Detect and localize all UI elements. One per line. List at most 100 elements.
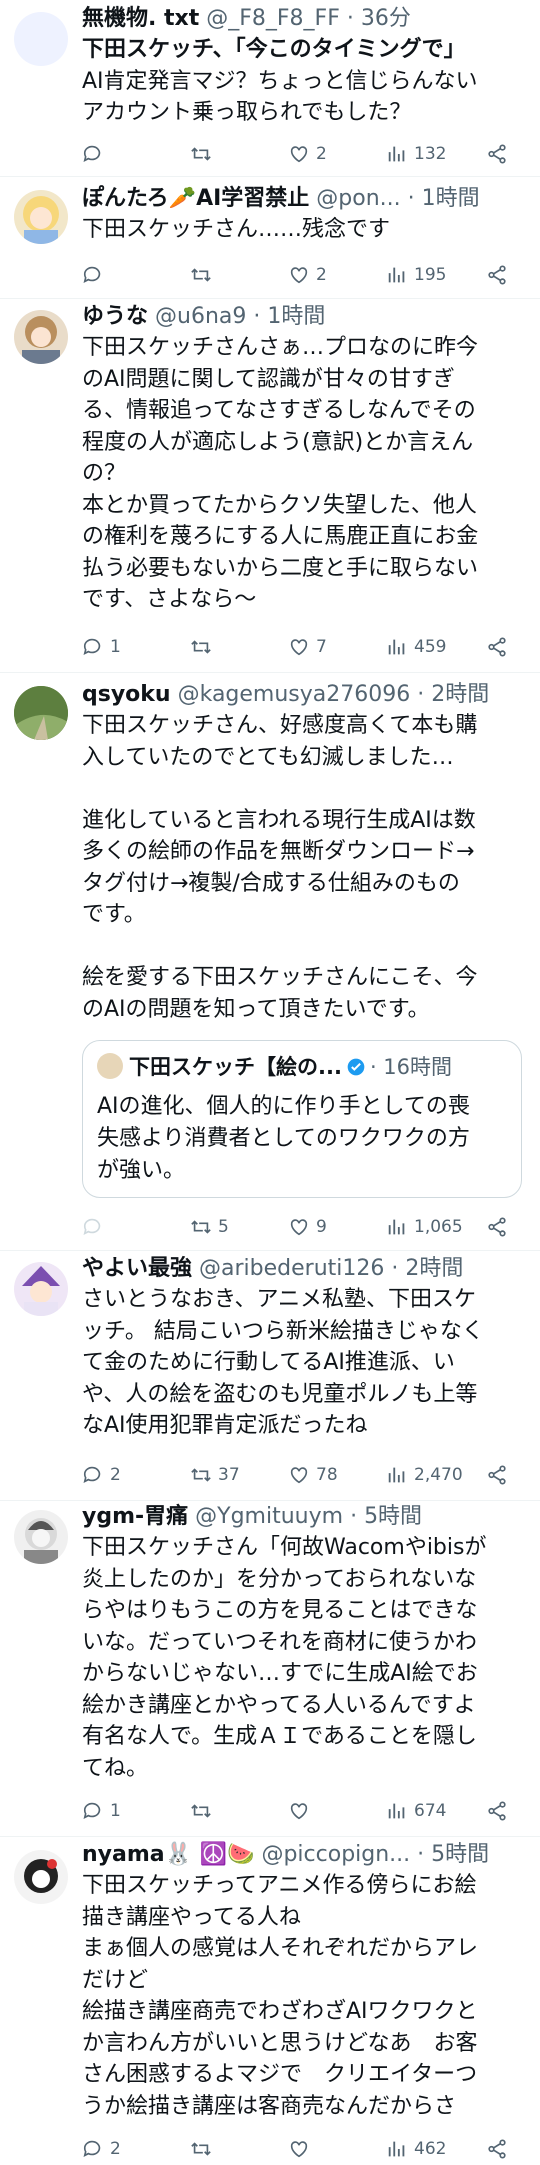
retweet-icon xyxy=(191,640,211,654)
tweet-4[interactable]: qsyoku @kagemusya276096 · 2時間 下田スケッチさん、好… xyxy=(0,672,540,1250)
handle[interactable]: @pon... xyxy=(316,186,400,211)
avatar[interactable] xyxy=(14,1510,68,1564)
share-icon xyxy=(488,1465,506,1485)
avatar[interactable] xyxy=(14,190,68,244)
tweet-header: qsyoku @kagemusya276096 · 2時間 xyxy=(82,682,490,707)
share-button[interactable] xyxy=(486,2134,508,2164)
like-button[interactable] xyxy=(288,2134,310,2164)
avatar[interactable] xyxy=(14,1850,68,1904)
tweet-line: 描き講座やってる人ね xyxy=(82,1904,301,1930)
timestamp[interactable]: 5時間 xyxy=(431,1842,489,1867)
share-button[interactable] xyxy=(486,1460,508,1490)
view-count: 462 xyxy=(414,2139,447,2159)
share-button[interactable] xyxy=(486,139,508,169)
handle[interactable]: @_F8_F8_FF xyxy=(206,6,340,31)
timestamp[interactable]: 2時間 xyxy=(405,1256,463,1281)
display-name[interactable]: ゆうな xyxy=(82,304,148,329)
share-button[interactable] xyxy=(486,1212,508,1242)
retweet-button[interactable] xyxy=(190,632,212,662)
views-button[interactable]: 462 xyxy=(386,2134,446,2164)
handle[interactable]: @piccopign... xyxy=(261,1842,410,1867)
quote-header: 下田スケッチ【絵の... · 16時間 xyxy=(97,1053,511,1081)
retweet-count: 5 xyxy=(218,1217,229,1237)
timestamp[interactable]: 36分 xyxy=(361,6,411,31)
view-count: 195 xyxy=(414,265,447,285)
tweet-line: AI肯定発言マジ？ちょっと信じらんない xyxy=(82,68,478,94)
display-name[interactable]: qsyoku xyxy=(82,682,171,707)
views-icon xyxy=(388,1803,405,1819)
retweet-button[interactable]: 5 xyxy=(190,1212,229,1242)
reply-count: 1 xyxy=(110,1801,121,1821)
display-name[interactable]: やよい最強 xyxy=(82,1256,192,1281)
views-icon xyxy=(388,639,405,655)
like-button[interactable]: 2 xyxy=(288,139,327,169)
share-button[interactable] xyxy=(486,632,508,662)
reply-icon xyxy=(83,1466,101,1483)
tweet-line: まぁ個人の感覚は人それぞれだからアレ xyxy=(82,1936,479,1961)
handle[interactable]: @Ygmituuym xyxy=(195,1504,343,1529)
views-button[interactable]: 1,065 xyxy=(386,1212,463,1242)
retweet-button[interactable] xyxy=(190,1796,212,1826)
handle[interactable]: @kagemusya276096 xyxy=(178,682,411,707)
tweet-line: 下田スケッチさん、好感度高くて本も購 xyxy=(82,713,478,738)
display-name[interactable]: ygm-胃痛 xyxy=(82,1504,188,1529)
quoted-tweet[interactable]: 下田スケッチ【絵の... · 16時間 AIの進化、個人的に作り手としての喪 失感… xyxy=(82,1040,522,1198)
retweet-button[interactable]: 37 xyxy=(190,1460,240,1490)
tweet-line: のAI問題に関して認識が甘々の甘すぎ xyxy=(82,366,455,392)
views-button[interactable]: 674 xyxy=(386,1796,446,1826)
handle[interactable]: @aribederuti126 xyxy=(199,1256,384,1281)
like-button[interactable]: 9 xyxy=(288,1212,327,1242)
tweet-line: さん困惑するよマジで クリエイターつ xyxy=(82,2062,478,2087)
tweet-7[interactable]: nyama🐰 ☮️🍉 @piccopign... · 5時間 下田スケッチってア… xyxy=(0,1836,540,2165)
views-button[interactable]: 2,470 xyxy=(386,1460,463,1490)
views-button[interactable]: 132 xyxy=(386,139,446,169)
timestamp[interactable]: 2時間 xyxy=(431,682,489,707)
tweet-text: 下田スケッチさん「何故Wacomやibisが 炎上したのか」を分かっておられない… xyxy=(82,1532,528,1784)
like-button[interactable]: 78 xyxy=(288,1460,338,1490)
avatar[interactable] xyxy=(14,686,68,740)
reply-icon xyxy=(83,266,101,283)
avatar[interactable] xyxy=(14,1262,68,1316)
retweet-button[interactable] xyxy=(190,260,212,290)
tweet-line: 程度の人が適応しよう(意訳)とか言えん xyxy=(82,429,474,455)
display-name[interactable]: ぽんたろ🥕AI学習禁止 xyxy=(82,186,309,211)
avatar[interactable] xyxy=(14,310,68,364)
action-bar: 1 7 459 xyxy=(82,632,522,662)
views-icon xyxy=(388,1467,405,1483)
action-bar: 2 132 xyxy=(82,139,522,169)
views-button[interactable]: 459 xyxy=(386,632,446,662)
tweet-6[interactable]: ygm-胃痛 @Ygmituuym · 5時間 下田スケッチさん「何故Wacom… xyxy=(0,1500,540,1836)
like-button[interactable]: 2 xyxy=(288,260,327,290)
tweet-header: 無機物. txt @_F8_F8_FF · 36分 xyxy=(82,6,411,31)
timestamp[interactable]: 5時間 xyxy=(364,1504,422,1529)
views-button[interactable]: 195 xyxy=(386,260,446,290)
like-button[interactable] xyxy=(288,1796,310,1826)
timestamp[interactable]: 1時間 xyxy=(267,304,325,329)
retweet-button[interactable] xyxy=(190,139,212,169)
like-button[interactable]: 7 xyxy=(288,632,327,662)
tweet-5[interactable]: やよい最強 @aribederuti126 · 2時間 さいとうなおき、アニメ私… xyxy=(0,1250,540,1500)
reply-button[interactable]: 2 xyxy=(82,2134,121,2164)
display-name[interactable]: nyama🐰 ☮️🍉 xyxy=(82,1842,254,1867)
share-button[interactable] xyxy=(486,260,508,290)
reply-button[interactable] xyxy=(82,1212,104,1242)
tweet-line: タグ付け→複製/合成する仕組みのもの xyxy=(82,870,460,896)
retweet-button[interactable] xyxy=(190,2134,212,2164)
retweet-icon xyxy=(191,1220,211,1234)
reply-button[interactable] xyxy=(82,260,104,290)
timestamp[interactable]: 1時間 xyxy=(422,186,480,211)
tweet-line: らやはりもうこの方を見ることはできな xyxy=(82,1598,478,1623)
reply-button[interactable]: 1 xyxy=(82,1796,121,1826)
reply-button[interactable]: 1 xyxy=(82,632,121,662)
tweet-3[interactable]: ゆうな @u6na9 · 1時間 下田スケッチさんさぁ…プロなのに昨今 のAI問… xyxy=(0,298,540,672)
reply-button[interactable]: 2 xyxy=(82,1460,121,1490)
share-button[interactable] xyxy=(486,1796,508,1826)
tweet-2[interactable]: ぽんたろ🥕AI学習禁止 @pon... · 1時間 下田スケッチさん……残念です… xyxy=(0,176,540,298)
handle[interactable]: @u6na9 xyxy=(155,304,246,329)
reply-icon xyxy=(83,2140,101,2157)
reply-icon xyxy=(83,1218,101,1235)
tweet-1[interactable]: 無機物. txt @_F8_F8_FF · 36分 下田スケッチ、「今このタイミ… xyxy=(0,0,540,176)
avatar[interactable] xyxy=(14,12,68,66)
reply-button[interactable] xyxy=(82,139,104,169)
display-name[interactable]: 無機物. txt xyxy=(82,6,199,31)
